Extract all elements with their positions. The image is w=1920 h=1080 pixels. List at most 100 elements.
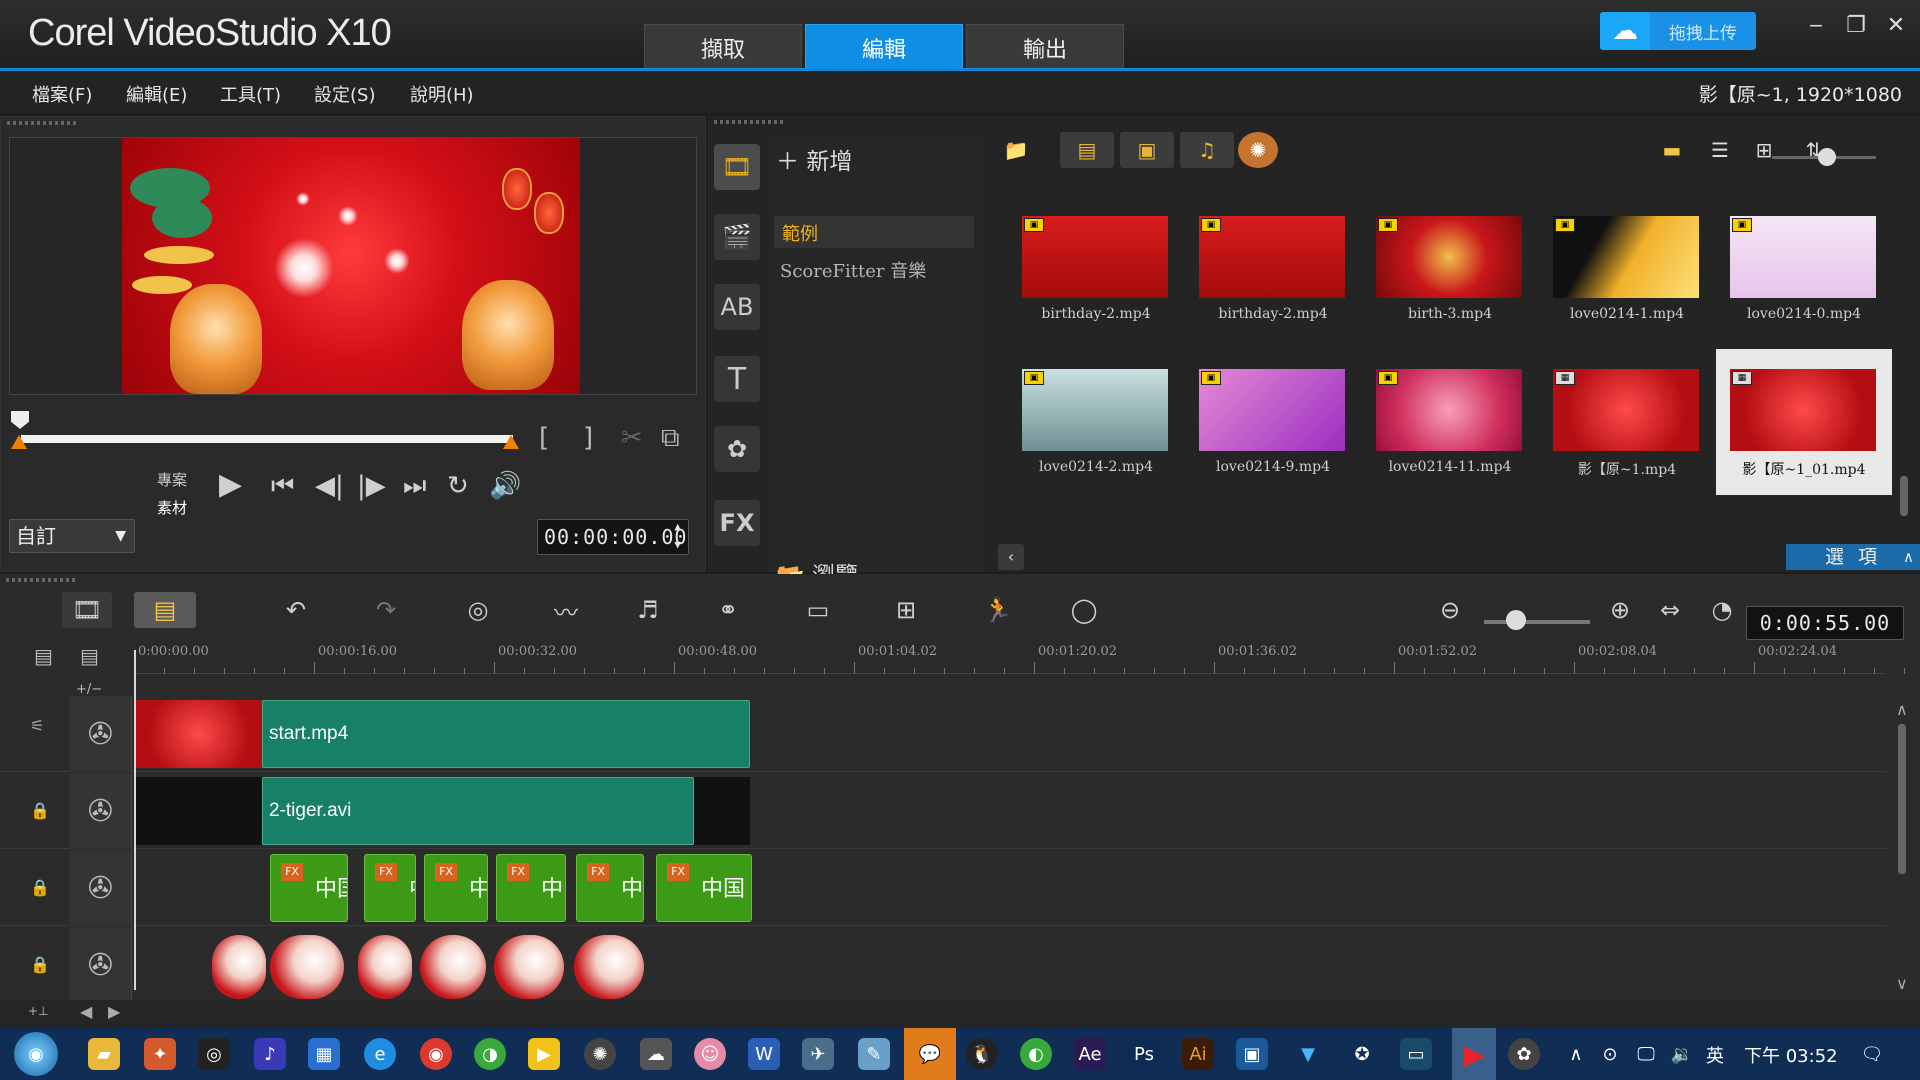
time-remap-icon[interactable]: 🏃 — [976, 592, 1020, 628]
timeline-ruler[interactable]: 0:00:00.00 00:00:16.00 00:00:32.00 00:00:48… — [134, 642, 1905, 674]
graphics-icon[interactable]: ✿ — [714, 426, 760, 472]
mode-project[interactable]: 專案 — [157, 466, 187, 494]
paint-icon[interactable]: ✎ — [858, 1038, 890, 1070]
media-thumbnail[interactable]: ▣ love0214-0.mp4 — [1716, 196, 1892, 342]
menu-settings[interactable]: 設定(S) — [314, 81, 375, 107]
media-player-icon[interactable]: ▶ — [528, 1038, 560, 1070]
panel-grip[interactable] — [714, 120, 784, 124]
next-frame-icon[interactable]: |▶ — [357, 471, 386, 501]
duration-clock-icon[interactable]: ◔ — [1700, 592, 1744, 628]
menu-edit[interactable]: 編輯(E) — [126, 81, 187, 107]
file-explorer-icon[interactable]: ▰ — [88, 1038, 120, 1070]
auto-music-icon[interactable]: ♬ — [626, 592, 670, 628]
zoom-in-icon[interactable]: ⊕ — [1598, 592, 1642, 628]
tab-share[interactable]: 輸出 — [966, 24, 1124, 70]
timecode-spinner-icon[interactable]: ▲ ▼ — [674, 518, 682, 554]
menu-tools[interactable]: 工具(T) — [220, 81, 281, 107]
fx-title-clip[interactable]: FX 中 — [364, 854, 416, 922]
title-icon[interactable]: T — [714, 356, 760, 402]
fx-title-clip[interactable]: FX 中 — [496, 854, 566, 922]
photoshop-icon[interactable]: Ps — [1128, 1038, 1160, 1070]
preview-mode-dropdown[interactable]: 自訂 ▼ — [9, 519, 135, 553]
notification-icon[interactable]: 🗨 — [1856, 1038, 1888, 1070]
stock-media-icon[interactable]: ✺ — [1238, 132, 1278, 168]
track-height-icon[interactable]: +⊥ — [28, 1004, 49, 1018]
media-thumbnail[interactable]: ▣ love0214-1.mp4 — [1539, 196, 1715, 342]
scroll-down-icon[interactable]: ∨ — [1896, 974, 1908, 993]
timeline-duration[interactable]: 0:00:55.00 — [1746, 606, 1904, 640]
fit-project-icon[interactable]: ⇔ — [1648, 592, 1692, 628]
overlay-photo-clip[interactable] — [574, 935, 644, 999]
overlay-photo-clip[interactable] — [420, 935, 486, 999]
media-thumbnail[interactable]: ▣ birthday-2.mp4 — [1008, 196, 1184, 342]
videostudio-taskbar-icon[interactable]: ▶ — [1452, 1028, 1496, 1080]
volume-icon[interactable]: 🔉 — [1666, 1038, 1698, 1070]
remote-desktop-icon[interactable]: ▭ — [1400, 1038, 1432, 1070]
input-language[interactable]: 英 — [1706, 1042, 1724, 1068]
add-folder-button[interactable]: ＋ 新增 — [776, 142, 852, 176]
scrubber-track[interactable] — [21, 435, 513, 443]
scroll-up-icon[interactable]: ∧ — [1896, 700, 1908, 719]
app-icon[interactable]: ✪ — [1346, 1038, 1378, 1070]
overlay-photo-clip[interactable] — [494, 935, 564, 999]
view-grid-icon[interactable]: ⊞ — [1746, 132, 1782, 168]
scroll-right-icon[interactable]: ▶ — [108, 1002, 120, 1021]
repeat-icon[interactable]: ↻ — [447, 471, 469, 501]
media-thumbnail[interactable]: ▣ love0214-11.mp4 — [1362, 349, 1538, 495]
edge-browser-icon[interactable]: e — [364, 1038, 396, 1070]
overlay-track-icon[interactable]: ✇ — [70, 927, 132, 1003]
volume-icon[interactable]: 🔊 — [489, 471, 521, 501]
show-videos-icon[interactable]: ▤ — [1060, 132, 1114, 168]
menu-help[interactable]: 說明(H) — [410, 81, 474, 107]
video-clip-start[interactable]: start.mp4 — [262, 700, 750, 768]
import-folder-icon[interactable]: 📁 — [998, 132, 1034, 168]
preview-timecode[interactable]: 00:00:00.00 ▲ ▼ — [537, 519, 689, 555]
media-library-icon[interactable]: 🎞 — [714, 144, 760, 190]
mode-clip[interactable]: 素材 — [157, 494, 187, 522]
app-icon[interactable]: ✦ — [144, 1038, 176, 1070]
motion-tracking-icon[interactable]: ⚭ — [706, 592, 750, 628]
minimize-icon[interactable]: ‒ — [1800, 10, 1832, 42]
trim-in-marker[interactable] — [11, 435, 27, 449]
redo-icon[interactable]: ↷ — [364, 592, 408, 628]
video-app-icon[interactable]: ▣ — [1236, 1038, 1268, 1070]
overlay-track-icon[interactable]: ✇ — [70, 773, 132, 849]
previous-frame-icon[interactable]: ◀| — [315, 471, 344, 501]
split-clip-icon[interactable]: ✂ — [621, 423, 643, 453]
folder-sample[interactable]: 範例 — [774, 216, 974, 248]
instant-project-icon[interactable]: 🎬 — [714, 214, 760, 260]
timeline-zoom-slider[interactable] — [1484, 620, 1590, 624]
app-icon[interactable]: ◐ — [1020, 1038, 1052, 1070]
line-app-icon[interactable]: 💬 — [904, 1028, 956, 1080]
clock[interactable]: 下午 03:52 — [1744, 1042, 1838, 1068]
ripple-edit-icon[interactable]: ⚟ — [30, 716, 44, 735]
mark-out-button[interactable]: ] — [583, 423, 593, 453]
view-list-icon[interactable]: ☰ — [1702, 132, 1738, 168]
fx-title-clip[interactable]: FX 中国 — [270, 854, 348, 922]
app-icon[interactable]: ☺ — [694, 1038, 726, 1070]
trim-out-marker[interactable] — [503, 435, 519, 449]
undo-icon[interactable]: ↶ — [274, 592, 318, 628]
home-icon[interactable]: ⏮ — [271, 471, 294, 502]
tab-capture[interactable]: 擷取 — [644, 24, 802, 70]
app-icon[interactable]: ◑ — [474, 1038, 506, 1070]
app-icon[interactable]: ▦ — [308, 1038, 340, 1070]
panel-grip[interactable] — [6, 578, 76, 582]
overlay-track-icon[interactable]: ✇ — [70, 850, 132, 926]
enlarge-preview-icon[interactable]: ⧉ — [661, 423, 680, 454]
track-manager-icon[interactable]: ▤ — [34, 644, 53, 668]
media-thumbnail[interactable]: ▣ love0214-2.mp4 — [1008, 349, 1184, 495]
app-icon[interactable]: ▼ — [1292, 1038, 1324, 1070]
app-icon[interactable]: ✿ — [1508, 1038, 1540, 1070]
word-icon[interactable]: W — [748, 1038, 780, 1070]
timeline-view-icon[interactable]: ▤ — [134, 592, 196, 628]
media-thumbnail[interactable]: ▣ love0214-9.mp4 — [1185, 349, 1361, 495]
mark-in-button[interactable]: [ — [539, 423, 549, 453]
lock-icon[interactable]: 🔒 — [30, 878, 50, 897]
lock-icon[interactable]: 🔒 — [30, 801, 50, 820]
overlay-clip-tiger[interactable]: 2-tiger.avi — [262, 777, 694, 845]
media-thumbnail[interactable]: ▣ birthday-2.mp4 — [1185, 196, 1361, 342]
illustrator-icon[interactable]: Ai — [1182, 1038, 1214, 1070]
scroll-left-icon[interactable]: ◀ — [80, 1002, 92, 1021]
collapse-left-icon[interactable]: ‹ — [998, 544, 1024, 570]
